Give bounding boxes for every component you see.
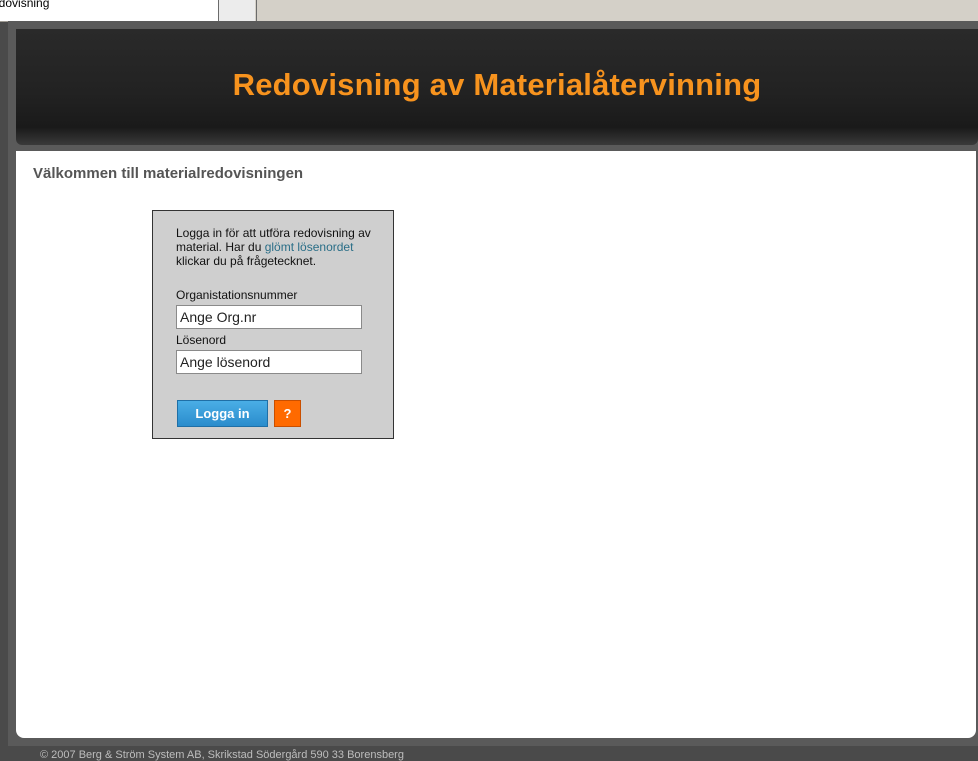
welcome-heading: Välkommen till materialredovisningen [33,165,304,182]
browser-tab-title: edovisning [0,0,50,10]
page-header: Redovisning av Materialåtervinning [16,29,978,145]
page-title: Redovisning av Materialåtervinning [232,67,762,102]
footer-copyright: © 2007 Berg & Ström System AB, Skrikstad… [40,749,404,761]
login-button[interactable]: Logga in [177,400,268,427]
password-input[interactable] [176,350,362,374]
tab-divider [256,0,257,21]
help-button[interactable]: ? [274,400,301,427]
login-intro: Logga in för att utföra redovisning av m… [176,226,376,268]
browser-tab-strip: edovisning [0,0,978,22]
browser-tab-button[interactable] [219,0,255,21]
main-content: Välkommen till materialredovisningen Log… [16,151,976,738]
login-intro-text-end: klickar du på frågetecknet. [176,254,317,268]
password-label: Lösenord [176,333,227,347]
org-number-label: Organistationsnummer [176,288,298,302]
browser-tab[interactable]: edovisning [0,0,219,21]
forgot-password-link[interactable]: glömt lösenordet [265,240,354,254]
org-number-input[interactable] [176,305,362,329]
login-panel: Logga in för att utföra redovisning av m… [152,210,394,439]
